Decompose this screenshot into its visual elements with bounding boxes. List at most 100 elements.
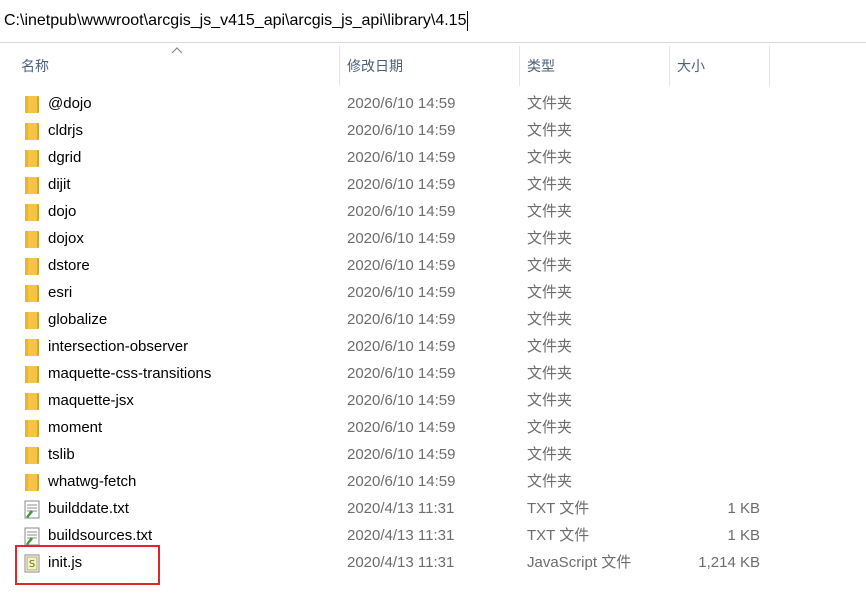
column-header-date-label: 修改日期 xyxy=(347,58,403,74)
file-row[interactable]: maquette-css-transitions 2020/6/10 14:59 文… xyxy=(0,360,866,387)
file-type: 文件夹 xyxy=(527,176,573,193)
file-type: TXT 文件 xyxy=(527,527,590,544)
folder-icon xyxy=(22,94,42,114)
file-row[interactable]: dijit 2020/6/10 14:59 文件夹 xyxy=(0,171,866,198)
text-file-icon xyxy=(22,499,42,519)
file-type: 文件夹 xyxy=(527,122,573,139)
file-modified-date: 2020/6/10 14:59 xyxy=(347,230,456,247)
file-row[interactable]: maquette-jsx 2020/6/10 14:59 文件夹 xyxy=(0,387,866,414)
file-modified-date: 2020/6/10 14:59 xyxy=(347,176,456,193)
file-row[interactable]: whatwg-fetch 2020/6/10 14:59 文件夹 xyxy=(0,468,866,495)
folder-icon xyxy=(22,472,42,492)
file-name: dojox xyxy=(48,230,84,247)
file-name: @dojo xyxy=(48,95,92,112)
file-type: 文件夹 xyxy=(527,203,573,220)
address-path-wrap: C:\inetpub\wwwroot\arcgis_js_v415_api\ar… xyxy=(4,11,469,31)
file-type: 文件夹 xyxy=(527,365,573,382)
file-type: 文件夹 xyxy=(527,446,573,463)
folder-icon xyxy=(22,175,42,195)
file-name: tslib xyxy=(48,446,75,463)
folder-icon xyxy=(22,418,42,438)
file-row[interactable]: tslib 2020/6/10 14:59 文件夹 xyxy=(0,441,866,468)
file-modified-date: 2020/6/10 14:59 xyxy=(347,473,456,490)
file-name: globalize xyxy=(48,311,108,328)
address-bar[interactable]: C:\inetpub\wwwroot\arcgis_js_v415_api\ar… xyxy=(0,0,866,43)
file-row[interactable]: builddate.txt 2020/4/13 11:31 TXT 文件 1 KB xyxy=(0,495,866,522)
file-row[interactable]: cldrjs 2020/6/10 14:59 文件夹 xyxy=(0,117,866,144)
file-modified-date: 2020/6/10 14:59 xyxy=(347,257,456,274)
file-modified-date: 2020/4/13 11:31 xyxy=(347,527,455,544)
file-modified-date: 2020/6/10 14:59 xyxy=(347,122,456,139)
file-name: maquette-css-transitions xyxy=(48,365,212,382)
folder-icon xyxy=(22,445,42,465)
file-type: 文件夹 xyxy=(527,473,573,490)
column-divider[interactable] xyxy=(769,46,770,86)
file-type: 文件夹 xyxy=(527,338,573,355)
column-header-size-label: 大小 xyxy=(677,58,705,74)
folder-icon xyxy=(22,229,42,249)
file-type: JavaScript 文件 xyxy=(527,554,632,571)
file-size: 1 KB xyxy=(727,527,760,544)
file-name: dijit xyxy=(48,176,71,193)
file-row[interactable]: dojox 2020/6/10 14:59 文件夹 xyxy=(0,225,866,252)
folder-icon xyxy=(22,283,42,303)
folder-icon xyxy=(22,148,42,168)
column-header-size[interactable]: 大小 xyxy=(670,46,769,86)
file-row[interactable]: @dojo 2020/6/10 14:59 文件夹 xyxy=(0,90,866,117)
file-modified-date: 2020/6/10 14:59 xyxy=(347,419,456,436)
folder-icon xyxy=(22,256,42,276)
file-modified-date: 2020/6/10 14:59 xyxy=(347,338,456,355)
text-caret xyxy=(467,11,469,31)
file-name: builddate.txt xyxy=(48,500,129,517)
file-modified-date: 2020/6/10 14:59 xyxy=(347,365,456,382)
column-header-row: 名称 修改日期 类型 大小 xyxy=(0,46,866,86)
file-type: 文件夹 xyxy=(527,392,573,409)
column-header-type-label: 类型 xyxy=(527,58,555,74)
address-path[interactable]: C:\inetpub\wwwroot\arcgis_js_v415_api\ar… xyxy=(4,12,466,30)
file-type: 文件夹 xyxy=(527,284,573,301)
folder-icon xyxy=(22,337,42,357)
file-modified-date: 2020/4/13 11:31 xyxy=(347,554,455,571)
column-header-date[interactable]: 修改日期 xyxy=(340,46,519,86)
file-modified-date: 2020/4/13 11:31 xyxy=(347,500,455,517)
file-type: 文件夹 xyxy=(527,311,573,328)
file-modified-date: 2020/6/10 14:59 xyxy=(347,203,456,220)
file-row[interactable]: dstore 2020/6/10 14:59 文件夹 xyxy=(0,252,866,279)
highlight-box xyxy=(15,545,160,585)
folder-icon xyxy=(22,310,42,330)
file-type: 文件夹 xyxy=(527,95,573,112)
column-header-name[interactable]: 名称 xyxy=(14,46,339,86)
text-file-icon xyxy=(22,526,42,546)
file-row[interactable]: intersection-observer 2020/6/10 14:59 文件夹 xyxy=(0,333,866,360)
folder-icon xyxy=(22,391,42,411)
file-row[interactable]: esri 2020/6/10 14:59 文件夹 xyxy=(0,279,866,306)
file-modified-date: 2020/6/10 14:59 xyxy=(347,149,456,166)
file-name: moment xyxy=(48,419,103,436)
folder-icon xyxy=(22,121,42,141)
column-header-name-label: 名称 xyxy=(21,58,49,74)
file-size: 1 KB xyxy=(727,500,760,517)
file-modified-date: 2020/6/10 14:59 xyxy=(347,446,456,463)
file-modified-date: 2020/6/10 14:59 xyxy=(347,95,456,112)
file-modified-date: 2020/6/10 14:59 xyxy=(347,311,456,328)
file-type: 文件夹 xyxy=(527,419,573,436)
file-name: dojo xyxy=(48,203,77,220)
file-name: intersection-observer xyxy=(48,338,189,355)
file-name: cldrjs xyxy=(48,122,84,139)
file-type: TXT 文件 xyxy=(527,500,590,517)
file-explorer-window: C:\inetpub\wwwroot\arcgis_js_v415_api\ar… xyxy=(0,0,866,596)
file-size: 1,214 KB xyxy=(698,554,760,571)
folder-icon xyxy=(22,202,42,222)
file-list: @dojo 2020/6/10 14:59 文件夹 cldrjs 2020/6/10 1… xyxy=(0,90,866,576)
file-type: 文件夹 xyxy=(527,230,573,247)
file-name: esri xyxy=(48,284,73,301)
file-type: 文件夹 xyxy=(527,257,573,274)
file-row[interactable]: dgrid 2020/6/10 14:59 文件夹 xyxy=(0,144,866,171)
file-type: 文件夹 xyxy=(527,149,573,166)
file-row[interactable]: globalize 2020/6/10 14:59 文件夹 xyxy=(0,306,866,333)
column-header-type[interactable]: 类型 xyxy=(520,46,669,86)
file-row[interactable]: dojo 2020/6/10 14:59 文件夹 xyxy=(0,198,866,225)
file-row[interactable]: moment 2020/6/10 14:59 文件夹 xyxy=(0,414,866,441)
file-name: dgrid xyxy=(48,149,82,166)
file-name: dstore xyxy=(48,257,90,274)
